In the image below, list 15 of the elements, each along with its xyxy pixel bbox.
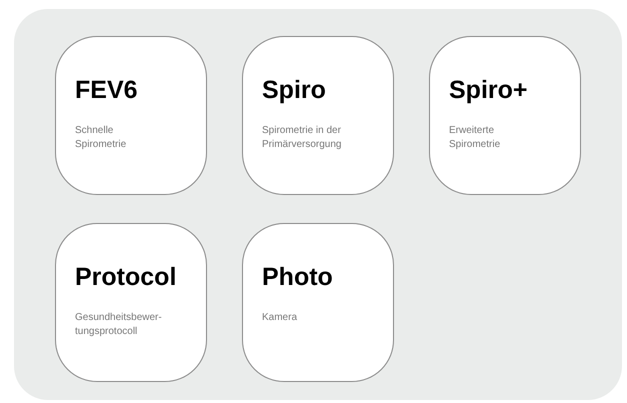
app-tile[interactable]: Photo Kamera bbox=[242, 223, 394, 382]
tile-title: Protocol bbox=[75, 262, 176, 292]
tile-subtitle: Kamera bbox=[262, 311, 298, 325]
tile-title: Spiro+ bbox=[449, 75, 528, 105]
tile-subtitle: Spirometrie in der Primärversorgung bbox=[262, 124, 342, 152]
app-tile[interactable]: FEV6 Schnelle Spirometrie bbox=[55, 36, 207, 195]
tile-subtitle: Schnelle Spirometrie bbox=[75, 124, 126, 152]
app-tile[interactable]: Protocol Gesundheitsbewer- tungsprotocoll bbox=[55, 223, 207, 382]
tile-title: Photo bbox=[262, 262, 333, 292]
tile-title: Spiro bbox=[262, 75, 326, 105]
tile-title: FEV6 bbox=[75, 75, 138, 105]
app-tile[interactable]: Spiro Spirometrie in der Primärversorgung bbox=[242, 36, 394, 195]
tile-subtitle: Gesundheitsbewer- tungsprotocoll bbox=[75, 311, 162, 339]
app-tile[interactable]: Spiro+ Erweiterte Spirometrie bbox=[429, 36, 581, 195]
tile-subtitle: Erweiterte Spirometrie bbox=[449, 124, 500, 152]
